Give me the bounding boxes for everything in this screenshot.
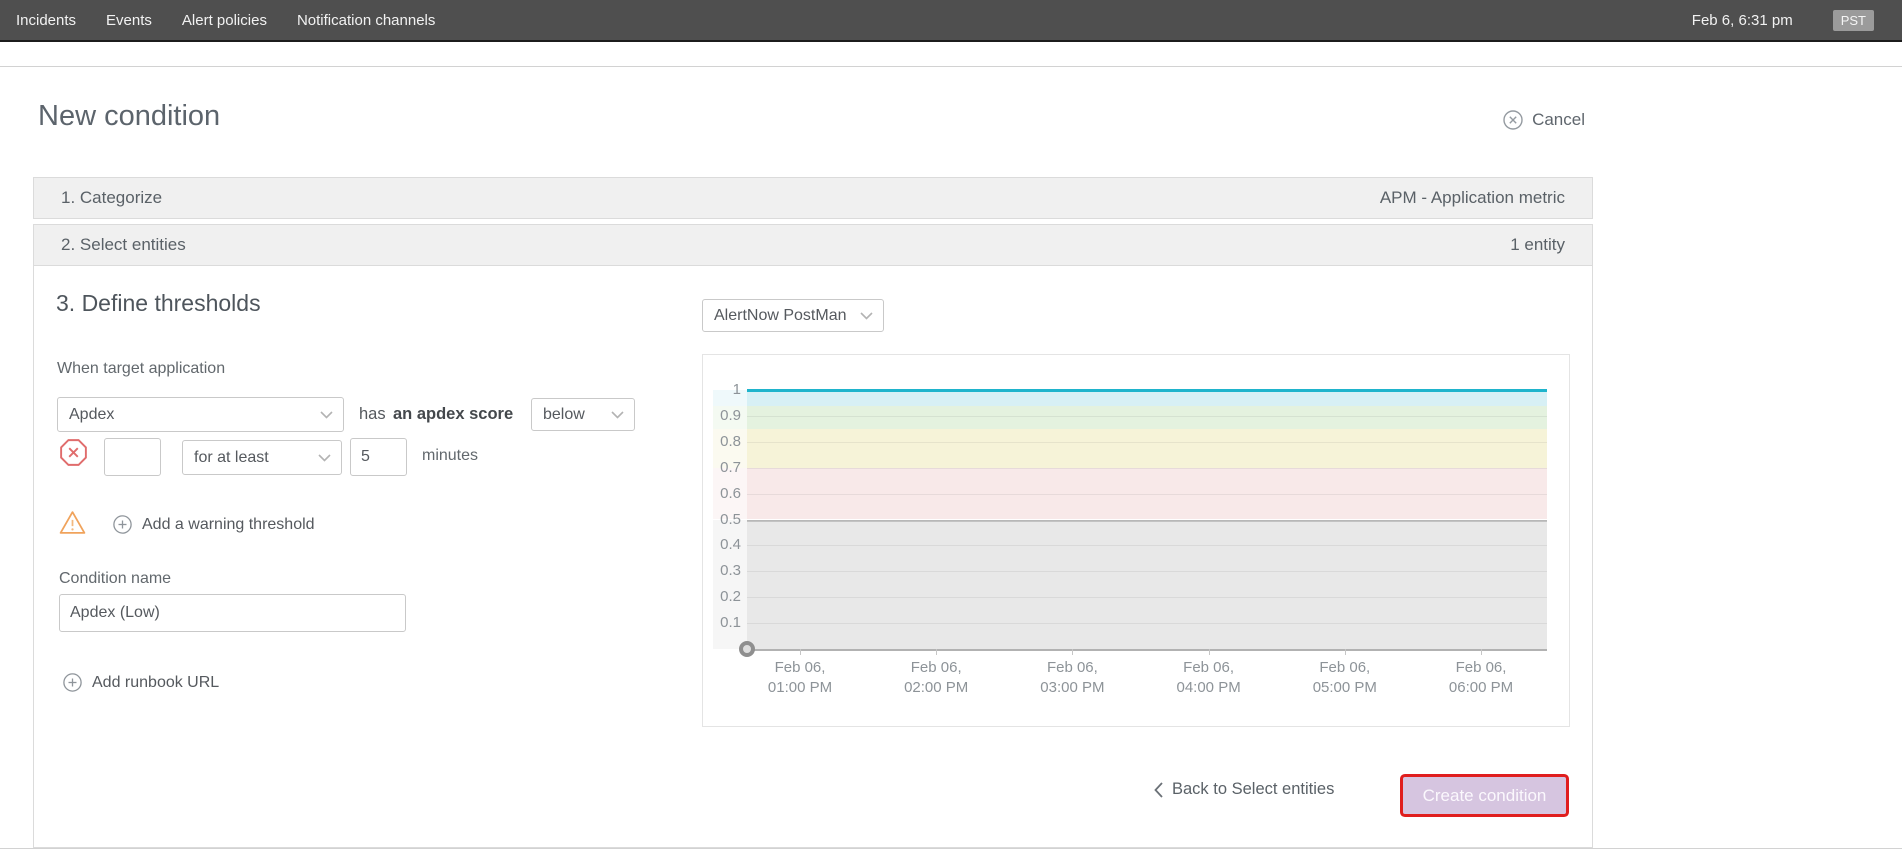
add-runbook-label: Add runbook URL [92, 674, 219, 692]
plus-circle-icon [63, 673, 82, 692]
when-target-label: When target application [57, 360, 225, 378]
step-label: 2. Select entities [61, 235, 186, 255]
chevron-down-icon [320, 411, 333, 419]
x-axis-tick [1209, 649, 1210, 655]
y-axis-tick-label: 0.5 [703, 511, 741, 528]
page-title: New condition [38, 100, 220, 133]
x-axis-tick [936, 649, 937, 655]
gridline [747, 468, 1547, 469]
y-axis-tick-label: 0.7 [703, 459, 741, 476]
gridline [747, 623, 1547, 624]
duration-operator-select[interactable]: for at least [182, 440, 342, 475]
x-axis-tick-label: Feb 06,03:00 PM [1007, 658, 1137, 698]
new-condition-page: Incidents Events Alert policies Notificatio… [0, 0, 1902, 855]
nav-item-events[interactable]: Events [106, 12, 152, 29]
gridline [747, 416, 1547, 417]
back-label: Back to Select entities [1172, 780, 1334, 799]
metric-phrase: an apdex score [393, 405, 513, 424]
x-axis-tick-label: Feb 06,06:00 PM [1416, 658, 1546, 698]
target-metric-value: Apdex [69, 406, 114, 424]
x-axis-tick [800, 649, 801, 655]
gridline [747, 545, 1547, 546]
has-text: has [359, 405, 386, 424]
plus-circle-icon [113, 515, 132, 534]
warning-triangle-icon [59, 510, 86, 535]
chart-x-axis [741, 649, 1547, 651]
preview-entity-value: AlertNow PostMan [714, 307, 847, 325]
step-value: 1 entity [1510, 235, 1565, 255]
define-thresholds-panel: 3. Define thresholds When target applica… [33, 266, 1593, 848]
y-axis-tick-label: 0.1 [703, 614, 741, 631]
chart-plot-area [747, 390, 1547, 649]
x-axis-tick [1345, 649, 1346, 655]
critical-octagon-x-icon [60, 439, 87, 466]
y-axis-tick-label: 0.9 [703, 407, 741, 424]
chart-band [747, 520, 1547, 650]
y-axis-tick-label: 0.4 [703, 536, 741, 553]
x-axis-tick-label: Feb 06,04:00 PM [1144, 658, 1274, 698]
nav-datetime: Feb 6, 6:31 pm [1692, 12, 1793, 29]
chevron-down-icon [611, 411, 624, 419]
chevron-down-icon [860, 312, 873, 320]
y-axis-tick-label: 0.6 [703, 485, 741, 502]
gridline [747, 442, 1547, 443]
nav-item-alert-policies[interactable]: Alert policies [182, 12, 267, 29]
critical-threshold-input[interactable] [104, 438, 161, 476]
y-axis-tick-label: 1 [703, 381, 741, 398]
threshold-slider-handle[interactable] [739, 641, 755, 657]
content-container: New condition Cancel 1. Categorize APM -… [33, 66, 1593, 848]
step-categorize-row[interactable]: 1. Categorize APM - Application metric [33, 177, 1593, 219]
minutes-label: minutes [422, 447, 478, 465]
footer-divider [0, 848, 1902, 849]
nav-item-notification-channels[interactable]: Notification channels [297, 12, 435, 29]
section-heading: 3. Define thresholds [56, 290, 261, 317]
chart-band [747, 429, 1547, 468]
duration-operator-value: for at least [194, 449, 269, 467]
x-axis-tick-label: Feb 06,05:00 PM [1280, 658, 1410, 698]
circle-x-icon [1503, 110, 1523, 130]
chart-band [747, 406, 1547, 429]
step-select-entities-row[interactable]: 2. Select entities 1 entity [33, 224, 1593, 266]
condition-name-input[interactable] [59, 594, 406, 632]
chevron-left-icon [1154, 782, 1163, 798]
y-axis-tick-label: 0.3 [703, 562, 741, 579]
timezone-badge: PST [1833, 10, 1874, 31]
y-axis-tick-label: 0.2 [703, 588, 741, 605]
preview-entity-select[interactable]: AlertNow PostMan [702, 299, 884, 332]
gridline [747, 520, 1547, 521]
back-to-select-entities-button[interactable]: Back to Select entities [1154, 780, 1334, 799]
x-axis-tick [1072, 649, 1073, 655]
duration-minutes-input[interactable] [350, 438, 407, 476]
x-axis-tick-label: Feb 06,01:00 PM [735, 658, 865, 698]
x-axis-tick-label: Feb 06,02:00 PM [871, 658, 1001, 698]
cancel-label: Cancel [1532, 110, 1585, 130]
gridline [747, 597, 1547, 598]
chart-band [747, 390, 1547, 406]
x-axis-tick [1481, 649, 1482, 655]
top-navbar: Incidents Events Alert policies Notificatio… [0, 0, 1902, 42]
step-value: APM - Application metric [1380, 188, 1565, 208]
cancel-button[interactable]: Cancel [1503, 110, 1585, 130]
create-condition-button[interactable]: Create condition [1403, 777, 1566, 814]
apdex-series-line [747, 389, 1547, 392]
threshold-preview-chart: 1 0.9 0.8 0.7 0.6 0.5 0.4 0.3 0.2 0.1 Feb 06,01:0… [702, 354, 1570, 727]
condition-name-label: Condition name [59, 570, 171, 588]
add-warning-threshold-button[interactable]: Add a warning threshold [113, 515, 315, 534]
add-runbook-url-button[interactable]: Add runbook URL [63, 673, 219, 692]
step-label: 1. Categorize [61, 188, 162, 208]
operator-select[interactable]: below [531, 398, 635, 431]
target-metric-select[interactable]: Apdex [57, 397, 344, 432]
chevron-down-icon [318, 454, 331, 462]
add-warning-label: Add a warning threshold [142, 516, 315, 534]
operator-value: below [543, 406, 585, 424]
y-axis-tick-label: 0.8 [703, 433, 741, 450]
nav-item-incidents[interactable]: Incidents [16, 12, 76, 29]
gridline [747, 494, 1547, 495]
gridline [747, 571, 1547, 572]
